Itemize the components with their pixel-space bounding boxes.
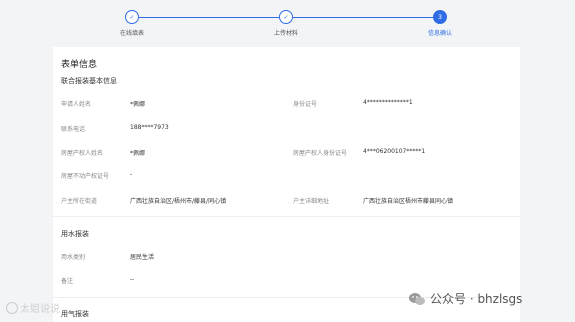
applicant-name-label: 申请人姓名 <box>61 101 92 108</box>
watermark-right: 公众号 · bhzlsgs <box>408 290 522 307</box>
watermark-left: 太姐说说 <box>6 300 60 315</box>
progress-stepper: ✓ 在线填表 ✓ 上传材料 3 信息确认 <box>0 0 575 42</box>
phone-value: 188****7973 <box>130 124 169 131</box>
step-confirm-info[interactable]: 3 信息确认 <box>400 10 480 37</box>
property-cert-label: 房屋不动产权证号 <box>61 173 110 180</box>
section-title-water: 用水报装 <box>61 230 89 238</box>
owner-id-value: 4***06200107*****1 <box>363 148 426 155</box>
owner-name-value: *佩娜 <box>130 150 146 157</box>
check-icon: ✓ <box>125 10 139 24</box>
address-label: 户主详细地址 <box>293 198 330 205</box>
wechat-icon <box>408 292 426 306</box>
property-cert-value: - <box>130 171 133 178</box>
watermark-logo-icon <box>6 301 18 314</box>
street-value: 广西壮族自治区/梧州市/藤县/同心镇 <box>130 198 227 205</box>
watermark-right-text: 公众号 · bhzlsgs <box>430 292 523 306</box>
step-online-form[interactable]: ✓ 在线填表 <box>92 10 172 37</box>
step-number: 3 <box>433 10 447 24</box>
street-label: 户主所在街道 <box>61 198 98 205</box>
step-upload-materials[interactable]: ✓ 上传材料 <box>246 10 326 37</box>
remark-label: 备注 <box>61 278 74 285</box>
applicant-name-value: *佩娜 <box>130 101 146 108</box>
page-title: 表单信息 <box>61 60 98 70</box>
address-value: 广西壮族自治区梧州市藤县同心镇 <box>363 198 454 205</box>
phone-label: 联系电话 <box>61 126 86 133</box>
id-number-value: 4**************1 <box>363 99 413 106</box>
section-divider <box>53 216 520 217</box>
watermark-left-text: 太姐说说 <box>20 304 60 315</box>
section-title-basic: 联合报装基本信息 <box>61 77 117 85</box>
step-label: 上传材料 <box>273 30 298 37</box>
id-number-label: 身份证号 <box>293 101 318 108</box>
step-label: 信息确认 <box>427 30 452 37</box>
remark-value: -- <box>130 276 135 283</box>
owner-name-label: 房屋产权人姓名 <box>61 150 104 157</box>
owner-id-label: 房屋产权人身份证号 <box>293 150 348 157</box>
form-card: 表单信息 联合报装基本信息 申请人姓名 *佩娜 身份证号 4**********… <box>53 47 520 322</box>
step-label: 在线填表 <box>119 30 144 37</box>
water-type-value: 居民生活 <box>130 254 155 261</box>
water-type-label: 用水类别 <box>61 254 86 261</box>
section-title-gas: 用气报装 <box>61 310 89 318</box>
check-icon: ✓ <box>279 10 293 24</box>
